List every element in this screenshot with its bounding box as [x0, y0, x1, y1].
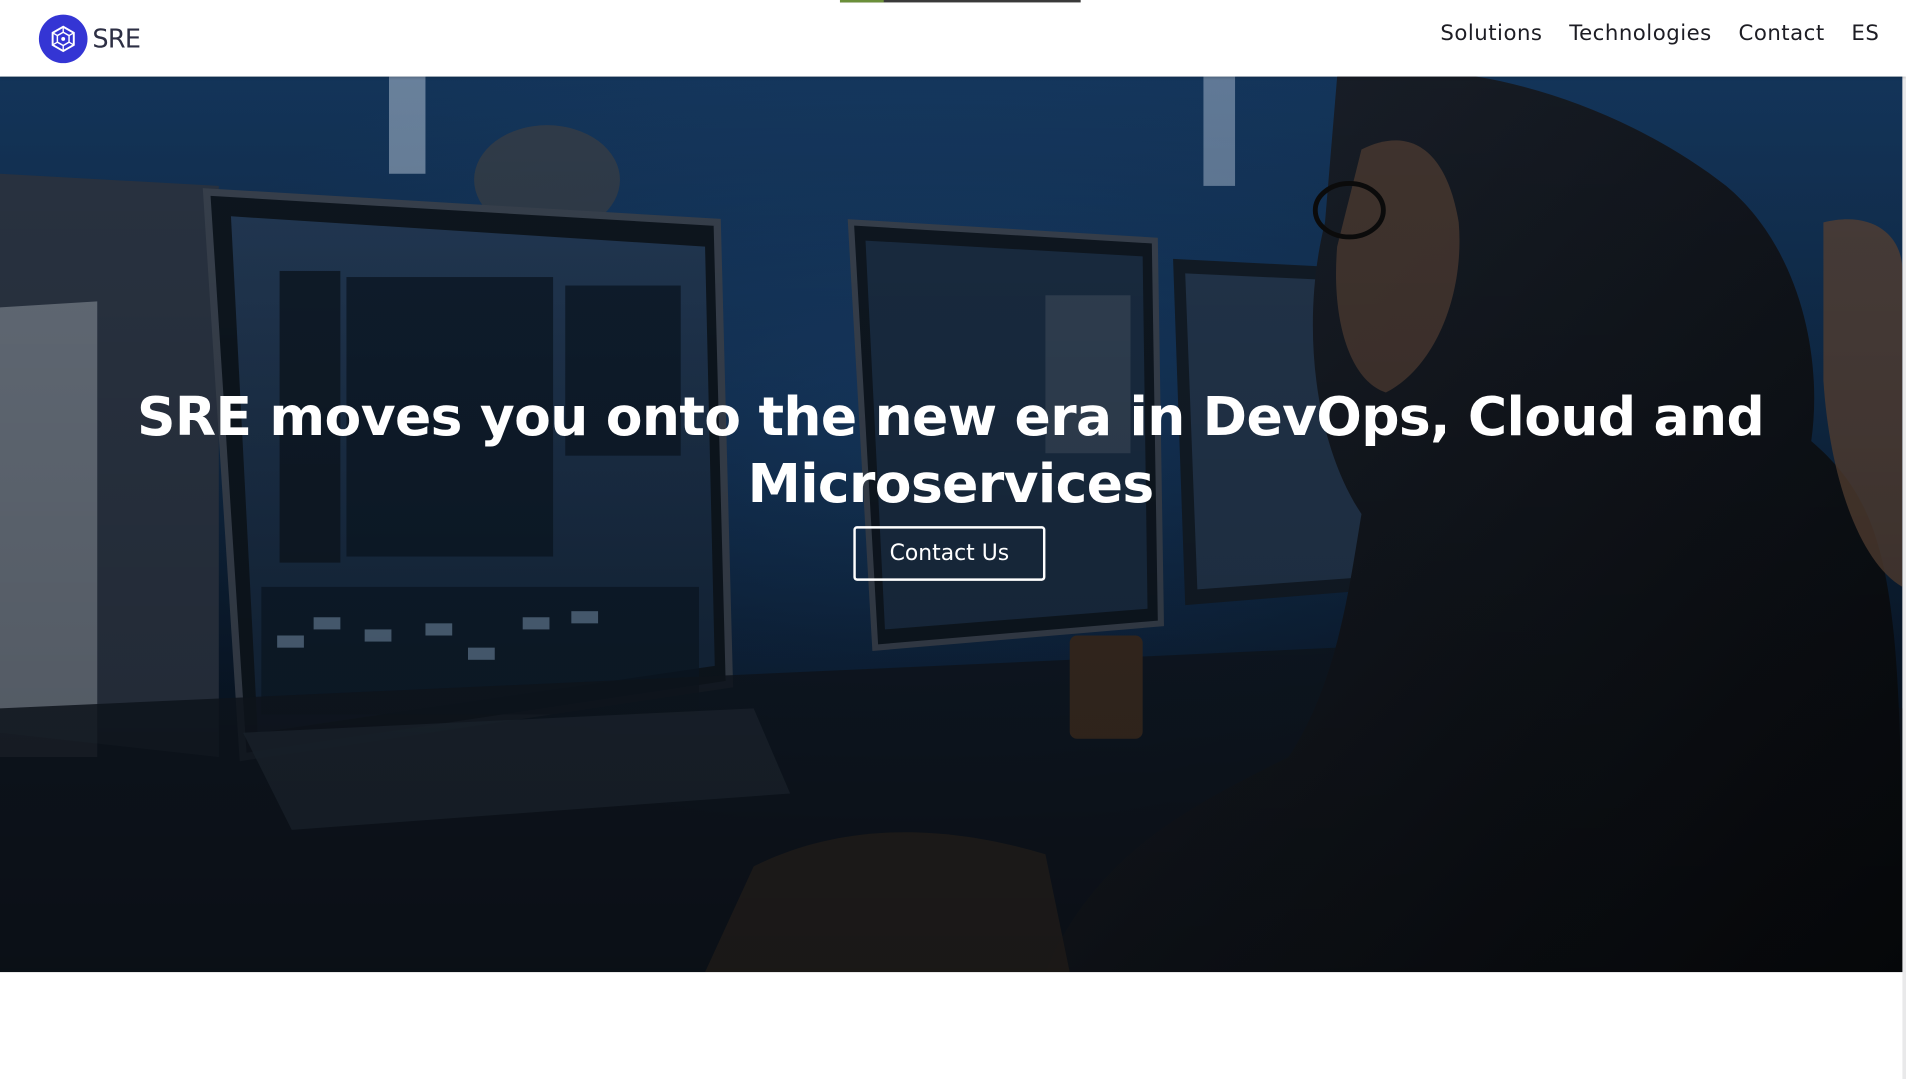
main-nav: Solutions Technologies Contact ES [1440, 22, 1879, 46]
top-loading-strip [839, 0, 1081, 3]
nav-contact-link[interactable]: Contact [1738, 22, 1824, 46]
site-header: SRE Solutions Technologies Contact ES [0, 0, 1906, 77]
contact-us-button[interactable]: Contact Us [853, 526, 1046, 581]
brand-name: SRE [92, 24, 141, 54]
hero-heading: SRE moves you onto the new era in DevOps… [137, 386, 1765, 516]
nav-technologies-link[interactable]: Technologies [1569, 22, 1711, 46]
hero-section: SRE moves you onto the new era in DevOps… [0, 76, 1903, 973]
brand-home-link[interactable]: SRE [38, 14, 141, 64]
language-switch-es-link[interactable]: ES [1851, 22, 1879, 46]
hexagon-network-logo-icon [38, 14, 88, 64]
scrollbar-track[interactable] [1902, 76, 1906, 1079]
nav-solutions-link[interactable]: Solutions [1440, 22, 1542, 46]
page: SRE Solutions Technologies Contact ES SR… [0, 0, 1906, 1079]
hero-dark-overlay [0, 76, 1903, 973]
